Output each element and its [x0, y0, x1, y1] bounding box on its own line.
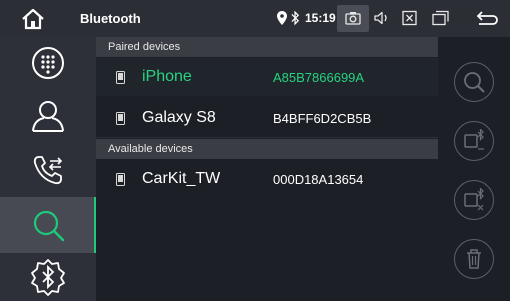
search-button[interactable] [454, 62, 494, 102]
sidebar-item-dialpad[interactable] [0, 37, 96, 89]
camera-icon [345, 12, 361, 25]
phone-icon [116, 173, 125, 186]
sidebar-item-contacts[interactable] [0, 89, 96, 143]
bluetooth-disconnect-icon [464, 188, 484, 211]
delete-icon [467, 249, 481, 269]
available-devices-header: Available devices [96, 139, 438, 159]
call-transfer-icon [33, 156, 63, 185]
page-title: Bluetooth [80, 11, 141, 26]
location-icon [277, 11, 287, 25]
paired-devices-header: Paired devices [96, 37, 438, 57]
device-address: 000D18A13654 [273, 172, 364, 187]
back-icon[interactable] [475, 9, 499, 27]
device-row[interactable]: iPhone A85B7866699A [96, 58, 438, 96]
connect-button[interactable] [454, 121, 494, 161]
home-icon[interactable] [20, 6, 46, 32]
device-row[interactable]: CarKit_TW 000D18A13654 [96, 160, 438, 198]
sidebar-item-search[interactable] [0, 197, 96, 253]
device-row[interactable]: Galaxy S8 B4BFF6D2CB5B [96, 99, 438, 138]
phone-icon [116, 112, 125, 125]
bluetooth-connect-icon [464, 129, 484, 150]
disconnect-button[interactable] [454, 180, 494, 220]
status-bar: Bluetooth 15:19 [0, 0, 510, 37]
sidebar-item-bluetooth-settings[interactable] [0, 253, 96, 301]
phone-icon [116, 71, 125, 84]
clock: 15:19 [305, 11, 336, 25]
device-address: A85B7866699A [273, 70, 365, 85]
dialpad-icon [32, 47, 64, 79]
search-icon [464, 72, 485, 93]
device-name: CarKit_TW [142, 170, 221, 187]
delete-button[interactable] [454, 239, 494, 279]
device-name: Galaxy S8 [142, 109, 216, 126]
search-icon [33, 210, 65, 242]
device-address: B4BFF6D2CB5B [273, 111, 372, 126]
bluetooth-icon [291, 10, 300, 26]
bluetooth-settings-icon [31, 259, 65, 296]
sidebar-item-call-transfer[interactable] [0, 143, 96, 197]
device-name: iPhone [142, 68, 192, 85]
action-column [438, 37, 510, 301]
volume-icon[interactable] [373, 9, 391, 27]
device-list: Paired devices iPhone A85B7866699A Galax… [96, 37, 438, 301]
close-box-icon[interactable] [402, 9, 417, 27]
contacts-icon [32, 101, 64, 132]
window-icon[interactable] [432, 9, 449, 27]
sidebar [0, 37, 96, 301]
